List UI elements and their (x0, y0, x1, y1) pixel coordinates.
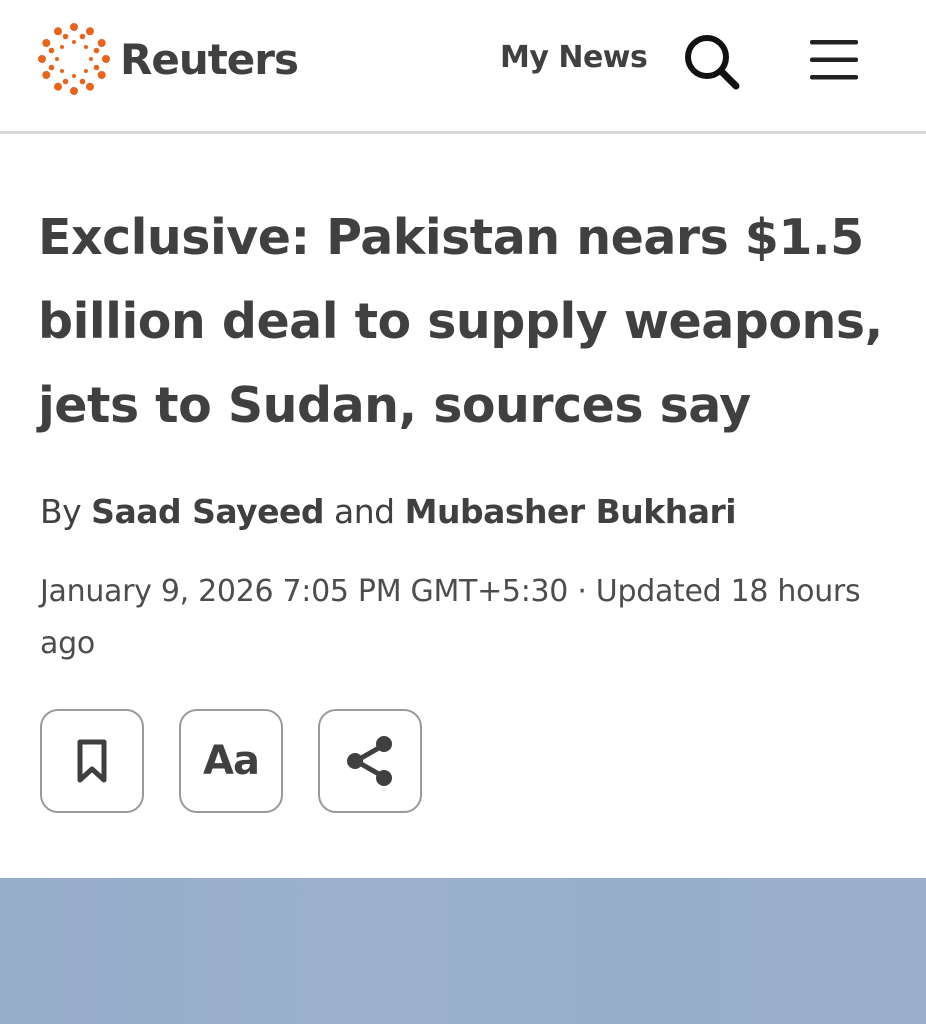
byline-prefix: By (40, 492, 82, 531)
brand-name: Reuters (120, 34, 299, 84)
author-link[interactable]: Saad Sayeed (91, 492, 324, 531)
bookmark-icon (77, 739, 107, 783)
font-size-label: Aa (203, 738, 260, 784)
article-headline: Exclusive: Pakistan nears $1.5 billion d… (38, 209, 883, 434)
author-link[interactable]: Mubasher Bukhari (405, 492, 737, 531)
site-header: Reuters My News (0, 0, 926, 134)
search-button[interactable] (680, 30, 744, 94)
my-news-link[interactable]: My News (500, 40, 648, 75)
hero-image (0, 878, 926, 1024)
search-icon (685, 35, 740, 90)
byline-joiner: and (334, 492, 395, 531)
bookmark-button[interactable] (40, 709, 144, 813)
byline: By Saad Sayeed and Mubasher Bukhari (40, 492, 737, 531)
share-button[interactable] (318, 709, 422, 813)
reuters-logo-icon (38, 23, 110, 95)
reuters-logo[interactable]: Reuters (38, 23, 299, 95)
font-size-button[interactable]: Aa (179, 709, 283, 813)
article-dateline: January 9, 2026 7:05 PM GMT+5:30 · Updat… (40, 574, 861, 661)
hamburger-menu-icon (810, 40, 858, 80)
menu-button[interactable] (806, 38, 862, 82)
share-icon (347, 736, 392, 786)
